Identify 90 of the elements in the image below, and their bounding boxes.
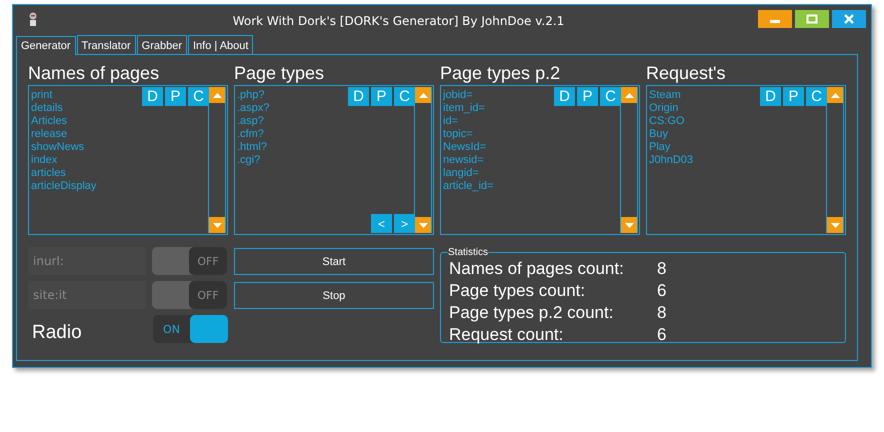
maximize-icon xyxy=(805,14,819,24)
list-item[interactable]: .cfm? xyxy=(237,128,264,141)
list-item[interactable]: Steam xyxy=(649,89,681,102)
app-icon xyxy=(27,12,39,28)
triangle-up-icon xyxy=(418,92,428,98)
tab[interactable]: Translator xyxy=(76,35,136,54)
list-heading: Page types p.2 xyxy=(440,62,562,85)
list-item[interactable]: Buy xyxy=(649,128,668,141)
action-button[interactable]: P xyxy=(783,87,804,106)
action-button[interactable]: D xyxy=(554,87,575,106)
list-item[interactable]: Articles xyxy=(31,115,68,128)
list-item[interactable]: langid= xyxy=(443,167,479,180)
scroll-down-button[interactable] xyxy=(621,217,637,233)
stat-label: Names of pages count: xyxy=(449,259,625,279)
group-title: Statistics xyxy=(448,247,488,258)
scroll-up-button[interactable] xyxy=(209,87,225,103)
stat-label: Page types p.2 count: xyxy=(449,303,614,323)
close-button[interactable] xyxy=(832,10,866,28)
action-button[interactable]: D xyxy=(760,87,781,106)
list-heading: Page types xyxy=(234,62,326,85)
action-button[interactable]: Stop xyxy=(234,282,434,309)
minimize-button[interactable] xyxy=(758,10,792,28)
list-heading: Names of pages xyxy=(28,62,160,85)
list-item[interactable]: .php? xyxy=(237,89,265,102)
stat-label: Page types count: xyxy=(449,281,586,301)
list-item[interactable]: topic= xyxy=(443,128,473,141)
list-item[interactable]: index xyxy=(31,154,58,167)
triangle-down-icon xyxy=(418,222,428,228)
triangle-down-icon xyxy=(212,222,222,228)
action-button[interactable]: C xyxy=(600,87,621,106)
stat-value: 8 xyxy=(657,259,668,279)
triangle-up-icon xyxy=(830,92,840,98)
scrollbar[interactable] xyxy=(208,87,226,233)
action-button[interactable]: P xyxy=(371,87,392,106)
scroll-up-button[interactable] xyxy=(827,87,843,103)
action-button[interactable]: D xyxy=(348,87,369,106)
stat-value: 6 xyxy=(657,281,668,301)
list-item[interactable]: articleDisplay xyxy=(31,180,96,193)
action-button[interactable]: D xyxy=(142,87,163,106)
list-item[interactable]: article_id= xyxy=(443,180,494,193)
action-button[interactable]: P xyxy=(577,87,598,106)
action-button[interactable]: C xyxy=(188,87,209,106)
tab[interactable]: Generator xyxy=(16,36,76,55)
list-item[interactable]: details xyxy=(31,102,63,115)
list-item[interactable]: .cgi? xyxy=(237,154,260,167)
action-button[interactable]: Start xyxy=(234,248,434,275)
triangle-down-icon xyxy=(830,222,840,228)
list-item[interactable]: newsid= xyxy=(443,154,484,167)
list-item[interactable]: jobid= xyxy=(443,89,473,102)
list-item[interactable]: .aspx? xyxy=(237,102,270,115)
scroll-down-button[interactable] xyxy=(827,217,843,233)
list-item[interactable]: Play xyxy=(649,141,670,154)
action-button[interactable]: C xyxy=(806,87,827,106)
list-item[interactable]: release xyxy=(31,128,68,141)
option-label: Radio xyxy=(31,322,83,344)
list-item[interactable]: id= xyxy=(443,115,458,128)
scrollbar[interactable] xyxy=(414,87,432,233)
list-item[interactable]: J0hnD03 xyxy=(649,154,694,167)
list-item[interactable]: articles xyxy=(31,167,66,180)
scroll-up-button[interactable] xyxy=(621,87,637,103)
scrollbar[interactable] xyxy=(826,87,844,233)
list-item[interactable]: print xyxy=(31,89,52,102)
list-item[interactable]: showNews xyxy=(31,141,84,154)
list-item[interactable]: Origin xyxy=(649,102,678,115)
list-item[interactable]: item_id= xyxy=(443,102,485,115)
list-heading: Request's xyxy=(646,62,726,85)
stat-label: Request count: xyxy=(449,325,564,345)
nav-button[interactable]: > xyxy=(394,214,415,233)
stat-value: 6 xyxy=(657,325,668,345)
action-button[interactable]: P xyxy=(165,87,186,106)
scrollbar[interactable] xyxy=(620,87,638,233)
toggle-switch[interactable]: ON xyxy=(153,315,228,343)
window-title: Work With Dork's [DORK's Generator] By JohnDoe v.2.1 xyxy=(232,14,566,28)
triangle-down-icon xyxy=(624,222,634,228)
close-icon xyxy=(842,14,856,24)
scroll-down-button[interactable] xyxy=(415,217,431,233)
maximize-button[interactable] xyxy=(795,10,829,28)
list-item[interactable]: CS:GO xyxy=(649,115,684,128)
scroll-up-button[interactable] xyxy=(415,87,431,103)
triangle-up-icon xyxy=(212,92,222,98)
tab[interactable]: Info | About xyxy=(188,35,254,54)
list-item[interactable]: NewsId= xyxy=(443,141,486,154)
triangle-up-icon xyxy=(624,92,634,98)
stat-value: 8 xyxy=(657,303,668,323)
nav-button[interactable]: < xyxy=(371,214,392,233)
action-button[interactable]: C xyxy=(394,87,415,106)
scroll-down-button[interactable] xyxy=(209,217,225,233)
tab[interactable]: Grabber xyxy=(136,35,187,54)
list-item[interactable]: .html? xyxy=(237,141,267,154)
list-item[interactable]: .asp? xyxy=(237,115,264,128)
